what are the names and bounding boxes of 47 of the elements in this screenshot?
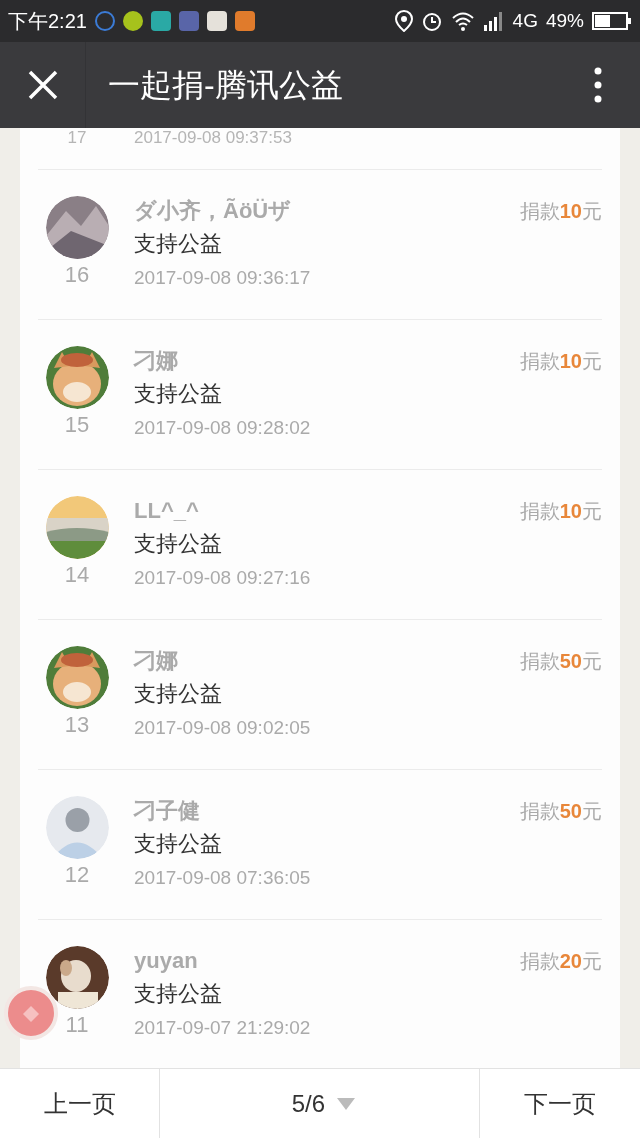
donation-time: 2017-09-07 21:29:02 [134, 1016, 312, 1040]
donation-amount: 捐款10元 [519, 349, 602, 374]
alarm-icon [420, 10, 443, 32]
donation-message: 支持公益 [134, 980, 223, 1008]
previous-page-button[interactable]: 上一页 [0, 1069, 160, 1138]
donation-time: 2017-09-08 09:27:16 [134, 566, 312, 590]
donor-name: 刁娜 [134, 647, 179, 675]
rank-number: 14 [64, 561, 90, 589]
donation-amount: 捐款50元 [519, 649, 602, 674]
window-title: 一起捐-腾讯公益 [108, 66, 344, 105]
status-time: 下午2:21 [8, 9, 87, 34]
donation-message: 支持公益 [134, 530, 223, 558]
network-label: 4G [512, 8, 538, 33]
donation-amount: 捐款10元 [519, 199, 602, 224]
next-page-button[interactable]: 下一页 [480, 1069, 640, 1138]
wifi-icon [450, 11, 475, 31]
rank-number: 11 [65, 1011, 89, 1039]
donor-name: LL^_^ [134, 497, 200, 525]
caret-icon [337, 1097, 355, 1110]
donation-amount: 捐款50元 [519, 799, 602, 824]
donation-amount: 捐款20元 [519, 949, 602, 974]
rank-number: 13 [64, 711, 90, 739]
donation-amount: 捐款10元 [519, 499, 602, 524]
donor-name: yuyan [134, 947, 199, 975]
rank-number: 12 [64, 861, 90, 889]
donation-time: 2017-09-08 07:36:05 [134, 866, 312, 890]
donation-message: 支持公益 [134, 680, 223, 708]
donation-time: 2017-09-08 09:37:53 [134, 128, 292, 148]
donation-time: 2017-09-08 09:36:17 [134, 266, 312, 290]
donation-time: 2017-09-08 09:02:05 [134, 716, 312, 740]
rank-number: 16 [64, 261, 90, 289]
donor-name: 刁子健 [134, 797, 201, 825]
donor-name: 刁娜 [134, 347, 179, 375]
signal-icon [482, 11, 505, 31]
donation-message: 支持公益 [134, 830, 223, 858]
more-icon [594, 67, 602, 103]
donation-time: 2017-09-08 09:28:02 [134, 416, 312, 440]
rank-number: 17 [66, 128, 88, 148]
battery-percent: 49% [545, 8, 584, 33]
page-selector[interactable]: 5/6 [160, 1069, 480, 1138]
battery-icon [592, 11, 632, 31]
rank-number: 15 [64, 411, 90, 439]
donation-message: 支持公益 [134, 380, 223, 408]
donor-name: ダ小齐，ÃöÜザ [134, 197, 293, 225]
location-icon [394, 10, 413, 32]
close-icon [27, 70, 58, 100]
donation-message: 支持公益 [134, 230, 223, 258]
